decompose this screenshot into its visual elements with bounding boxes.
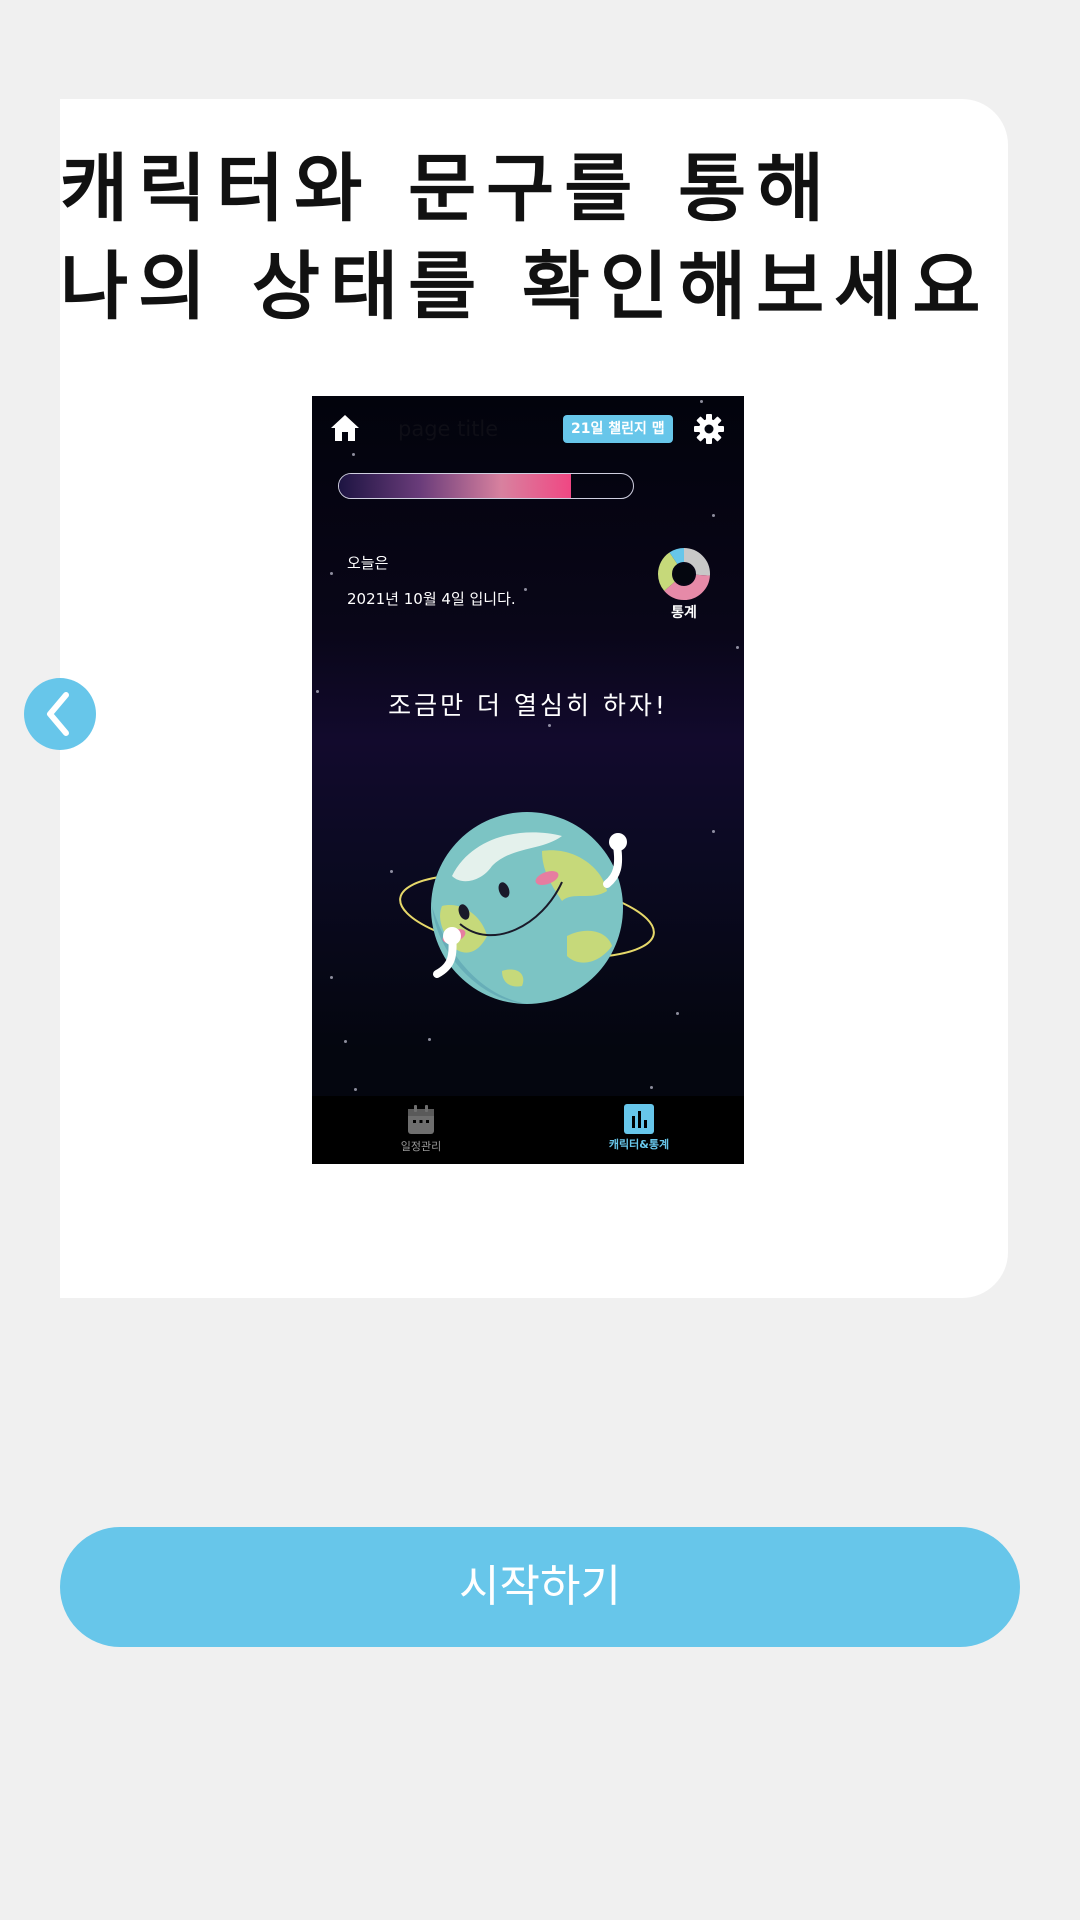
nav-item-character-stats[interactable]: 캐릭터&통계 (564, 1104, 714, 1152)
stats-label[interactable]: 통계 (656, 602, 712, 622)
headline-line-1: 캐릭터와 문구를 통해 (60, 146, 835, 232)
gear-icon[interactable] (693, 413, 725, 445)
donut-chart-icon[interactable] (658, 548, 710, 600)
star-decoration (712, 830, 715, 833)
start-button[interactable]: 시작하기 (60, 1527, 1020, 1647)
star-decoration (676, 1012, 679, 1015)
bottom-nav: 일정관리 캐릭터&통계 (312, 1096, 744, 1164)
headline: 캐릭터와 문구를 통해 나의 상태를 확인해보세요 (60, 140, 990, 336)
star-decoration (700, 400, 703, 403)
star-decoration (548, 724, 551, 727)
star-decoration (524, 588, 527, 591)
star-decoration (354, 1088, 357, 1091)
nav-item-schedule[interactable]: 일정관리 (346, 1104, 496, 1154)
status-message: 조금만 더 열심히 하자! (388, 691, 668, 720)
nav-label-schedule: 일정관리 (400, 1140, 442, 1153)
today-date: 2021년 10월 4일 입니다. (347, 590, 516, 608)
challenge-badge[interactable]: 21일 챌린지 맵 (563, 415, 673, 443)
chevron-left-icon (47, 692, 69, 736)
home-icon[interactable] (329, 412, 361, 444)
star-decoration (428, 1038, 431, 1041)
star-decoration (650, 1086, 653, 1089)
challenge-progress-bar (338, 473, 634, 499)
earth-character (399, 812, 655, 1004)
headline-line-2: 나의 상태를 확인해보세요 (60, 244, 991, 330)
star-decoration (330, 572, 333, 575)
star-decoration (330, 976, 333, 979)
back-button[interactable] (24, 678, 96, 750)
page-title: page title (398, 417, 499, 441)
calendar-icon (408, 1105, 434, 1134)
progress-fill (339, 474, 572, 498)
star-decoration (736, 646, 739, 649)
star-decoration (352, 453, 355, 456)
app-preview-screenshot: page title 21일 챌린지 맵 오늘은 2021년 10월 4일 입니… (312, 396, 744, 1164)
bar-chart-icon (624, 1104, 654, 1134)
today-label: 오늘은 (347, 554, 389, 572)
star-decoration (344, 1040, 347, 1043)
nav-label-character-stats: 캐릭터&통계 (608, 1138, 670, 1151)
star-decoration (712, 514, 715, 517)
